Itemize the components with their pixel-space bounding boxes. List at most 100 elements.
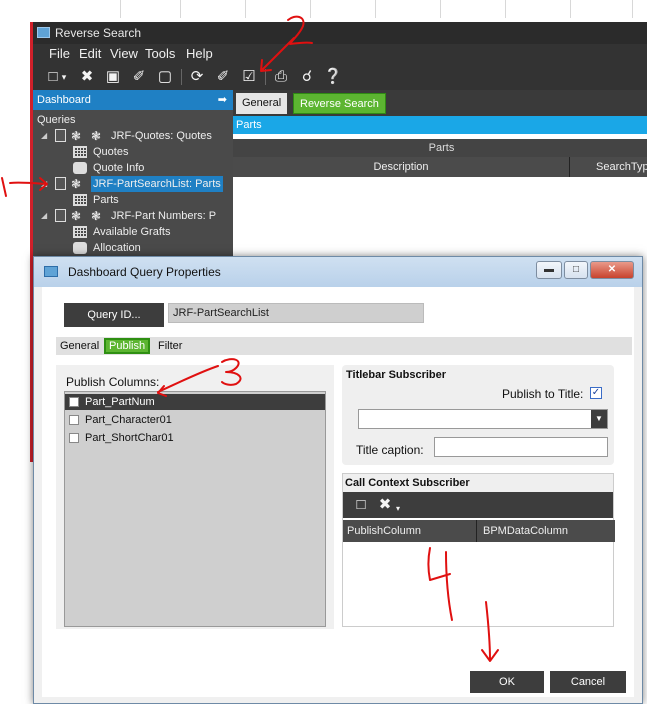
close-icon[interactable]: ✕ [590, 261, 634, 279]
query-id-field[interactable]: JRF-PartSearchList [168, 303, 424, 323]
checkbox-checked[interactable]: ✓ [69, 397, 79, 407]
background-gridline [505, 0, 506, 18]
dialog-title: Dashboard Query Properties [68, 265, 221, 279]
toolbar: □ ▾ ✖ ▣ ✐ ▢ ⟳ ✐ ☑ ⎙ ☌ ❔ [33, 64, 647, 90]
clear-icon[interactable]: ✐ [129, 67, 149, 87]
tree-item-db[interactable]: Quote Info [33, 160, 233, 176]
delete-icon[interactable]: ✖ [375, 495, 395, 515]
annotation-mark [1, 177, 7, 197]
chevron-down-icon[interactable]: ▼ [591, 410, 607, 428]
column-header-description[interactable]: Description [233, 157, 570, 177]
publish-to-title-checkbox[interactable]: ✓ [590, 387, 602, 399]
background-gridline [310, 0, 311, 18]
print-preview-icon[interactable]: ☌ [297, 67, 317, 87]
save-icon[interactable]: ▣ [103, 67, 123, 87]
tree-item-label: Quote Info [93, 162, 145, 174]
database-icon [73, 242, 87, 254]
brush-icon[interactable]: ✐ [213, 67, 233, 87]
background-gridline [440, 0, 441, 18]
dropdown-icon[interactable]: ▾ [59, 67, 69, 87]
tree-item-query-selected[interactable]: ◢ ❃ JRF-PartSearchList: Parts [33, 176, 233, 192]
titlebar-subscriber-group: Titlebar Subscriber Publish to Title: ✓ … [342, 365, 614, 465]
print-icon[interactable]: ⎙ [271, 67, 291, 87]
tree-item-label: JRF-PartSearchList: Parts [91, 176, 223, 192]
tree-item-db[interactable]: Allocation [33, 240, 233, 256]
call-context-subscriber-group: Call Context Subscriber □ ✖ ▾ PublishCol… [342, 473, 615, 627]
publish-column-label: Part_PartNum [85, 396, 155, 408]
menu-tools[interactable]: Tools [145, 44, 175, 64]
query-id-button[interactable]: Query ID... [64, 303, 164, 327]
expand-icon[interactable]: ◢ [41, 208, 49, 224]
publish-column-item[interactable]: Part_Character01 [65, 412, 325, 428]
publish-column-item[interactable]: Part_ShortChar01 [65, 430, 325, 446]
title-caption-input[interactable] [434, 437, 608, 457]
ok-button[interactable]: OK [470, 671, 544, 693]
tree-item-grid[interactable]: Parts [33, 192, 233, 208]
tree-item-grid[interactable]: Available Grafts [33, 224, 233, 240]
tab-general[interactable]: General [236, 93, 288, 114]
dialog-app-icon [44, 266, 58, 277]
dialog-body: Query ID... JRF-PartSearchList General P… [42, 287, 634, 697]
background-gridline [375, 0, 376, 18]
query-icon [55, 177, 66, 190]
query-properties-dialog: Dashboard Query Properties ▬ □ ✕ Query I… [33, 256, 643, 704]
menu-edit[interactable]: Edit [79, 44, 101, 64]
app-titlebar: Reverse Search [33, 22, 647, 44]
titlebar-subscriber-select[interactable]: ▼ [358, 409, 608, 429]
satellite-icon: ❃ [71, 129, 82, 143]
tab-general[interactable]: General [60, 338, 99, 354]
tab-filter[interactable]: Filter [158, 338, 182, 354]
toolbar-separator [265, 69, 266, 85]
tree-item-label: JRF-Part Numbers: P [111, 210, 217, 222]
background-gridline [180, 0, 181, 18]
dialog-tabs: General Publish Filter [56, 337, 632, 355]
titlebar-subscriber-header: Titlebar Subscriber [346, 369, 447, 381]
chevron-down-icon[interactable]: ▾ [393, 499, 403, 519]
maximize-icon[interactable]: □ [564, 261, 588, 279]
cancel-button[interactable]: Cancel [550, 671, 626, 693]
tree-item-label: Quotes [93, 146, 129, 158]
publish-to-title-label: Publish to Title: [502, 387, 584, 401]
expand-icon[interactable]: ◢ [41, 176, 49, 192]
column-header-bpmdatacolumn[interactable]: BPMDataColumn [477, 520, 615, 542]
call-context-toolbar: □ ✖ ▾ [343, 492, 613, 518]
publish-columns-list: ✓ Part_PartNum Part_Character01 Part_Sho… [64, 391, 326, 627]
tree-item-label: Parts [93, 194, 119, 206]
tree-item-grid[interactable]: Quotes [33, 144, 233, 160]
dashboard-header: Dashboard ➡ [33, 90, 233, 110]
call-context-header: Call Context Subscriber [345, 477, 470, 489]
delete-icon[interactable]: ✖ [77, 67, 97, 87]
column-header-searchtype[interactable]: SearchTyp [570, 157, 647, 177]
background-gridline [570, 0, 571, 18]
checkbox[interactable] [69, 433, 79, 443]
minimize-icon[interactable]: ▬ [536, 261, 562, 279]
help-icon[interactable]: ❔ [323, 67, 343, 87]
title-caption-label: Title caption: [356, 443, 424, 457]
expand-icon[interactable]: ◢ [41, 128, 49, 144]
menu-view[interactable]: View [110, 44, 138, 64]
dashboard-title: Dashboard [37, 94, 91, 106]
tree-item-label: Allocation [93, 242, 141, 254]
checklist-icon[interactable]: ☑ [239, 67, 259, 87]
menu-file[interactable]: File [49, 44, 70, 64]
satellite-icon: ❃ [91, 209, 102, 223]
tab-reverse-search[interactable]: Reverse Search [293, 93, 386, 114]
tree-section-queries: Queries [37, 114, 76, 126]
menu-help[interactable]: Help [186, 44, 213, 64]
background-gridline [245, 0, 246, 18]
main-tabs: General Reverse Search [233, 90, 647, 114]
new-icon[interactable]: □ [351, 495, 371, 515]
dialog-titlebar: Dashboard Query Properties ▬ □ ✕ [34, 257, 642, 287]
column-header-publishcolumn[interactable]: PublishColumn [343, 520, 477, 542]
tree-item-query[interactable]: ◢ ❃ ❃ JRF-Quotes: Quotes [33, 128, 233, 144]
publish-column-item[interactable]: ✓ Part_PartNum [65, 394, 325, 410]
call-context-grid: PublishColumn BPMDataColumn [343, 518, 615, 626]
pin-icon[interactable]: ➡ [218, 90, 227, 110]
checkbox[interactable] [69, 415, 79, 425]
blank-icon[interactable]: ▢ [155, 67, 175, 87]
menubar: File Edit View Tools Help [33, 44, 647, 64]
tree-item-query[interactable]: ◢ ❃ ❃ JRF-Part Numbers: P [33, 208, 233, 224]
tree-item-label: Available Grafts [93, 226, 171, 238]
refresh-icon[interactable]: ⟳ [187, 67, 207, 87]
tab-publish[interactable]: Publish [104, 338, 151, 354]
